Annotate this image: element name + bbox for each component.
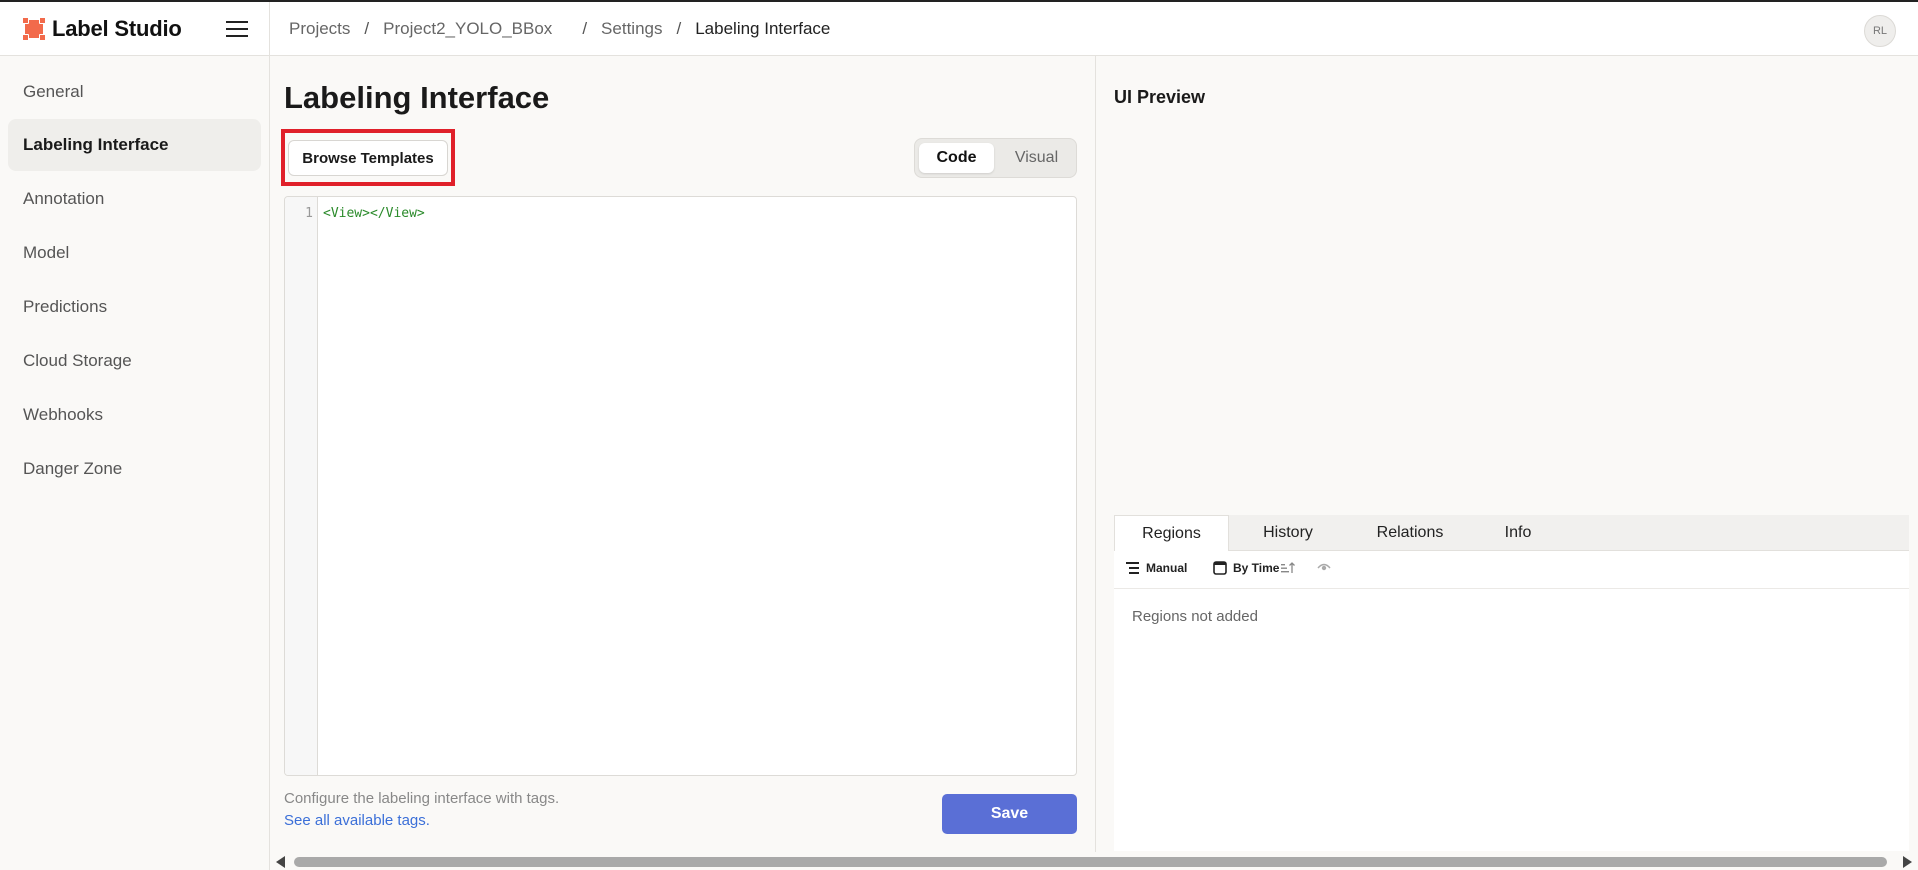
sidebar-item-cloud-storage[interactable]: Cloud Storage <box>8 335 261 387</box>
breadcrumb: Projects / Project2_YOLO_BBox / Settings… <box>289 19 830 39</box>
regions-toolbar: Manual By Time <box>1114 551 1909 589</box>
regions-empty-message: Regions not added <box>1132 608 1258 625</box>
preview-divider <box>1095 56 1096 856</box>
settings-sidebar: General Labeling Interface Annotation Mo… <box>0 56 270 870</box>
page-title: Labeling Interface <box>284 80 550 115</box>
preview-tabs: Regions History Relations Info <box>1114 515 1909 552</box>
sidebar-item-webhooks[interactable]: Webhooks <box>8 389 261 441</box>
scroll-left-arrow-icon[interactable] <box>276 856 285 868</box>
visual-mode-button[interactable]: Visual <box>999 143 1074 173</box>
sidebar-item-predictions[interactable]: Predictions <box>8 281 261 333</box>
calendar-icon <box>1213 561 1227 575</box>
scrollbar-thumb[interactable] <box>294 857 1887 867</box>
sidebar-item-annotation[interactable]: Annotation <box>8 173 261 225</box>
breadcrumb-current: Labeling Interface <box>695 19 831 38</box>
editor-mode-toggle: Code Visual <box>914 138 1077 178</box>
sidebar-item-danger-zone[interactable]: Danger Zone <box>8 443 261 495</box>
hamburger-menu-icon[interactable] <box>226 21 248 37</box>
sidebar-item-model[interactable]: Model <box>8 227 261 279</box>
breadcrumb-projects[interactable]: Projects <box>289 19 350 39</box>
sidebar-item-general[interactable]: General <box>8 66 261 118</box>
by-time-label: By Time <box>1233 561 1280 575</box>
tab-regions[interactable]: Regions <box>1114 515 1229 552</box>
top-header: Label Studio Projects / Project2_YOLO_BB… <box>0 2 1918 56</box>
regions-panel: Manual By Time Regions not added <box>1114 551 1909 851</box>
sort-ascending-icon <box>1281 562 1296 573</box>
header-divider <box>269 2 270 56</box>
breadcrumb-separator: / <box>364 19 370 38</box>
label-studio-logo-icon <box>22 17 46 41</box>
line-number: 1 <box>305 206 313 221</box>
ui-preview-title: UI Preview <box>1114 87 1206 107</box>
eye-icon <box>1317 563 1331 571</box>
tab-relations[interactable]: Relations <box>1348 515 1472 551</box>
config-help-text: Configure the labeling interface with ta… <box>284 790 560 807</box>
app-logo[interactable]: Label Studio <box>22 16 182 41</box>
tab-history[interactable]: History <box>1232 515 1344 551</box>
manual-label: Manual <box>1146 561 1188 575</box>
save-button[interactable]: Save <box>942 794 1077 834</box>
code-line[interactable]: <View></View> <box>323 206 425 221</box>
manual-order-button[interactable]: Manual <box>1126 561 1187 575</box>
available-tags-link[interactable]: See all available tags. <box>284 812 430 829</box>
visibility-toggle-button[interactable] <box>1317 562 1331 572</box>
code-mode-button[interactable]: Code <box>919 143 994 173</box>
browse-templates-button[interactable]: Browse Templates <box>288 140 448 176</box>
breadcrumb-settings[interactable]: Settings <box>601 19 662 39</box>
breadcrumb-separator: / <box>582 19 588 38</box>
list-order-icon <box>1126 562 1139 574</box>
code-editor[interactable]: 1 <View></View> <box>284 196 1077 776</box>
line-number-gutter: 1 <box>285 197 318 775</box>
sort-by-time-button[interactable]: By Time <box>1213 561 1296 575</box>
breadcrumb-project[interactable]: Project2_YOLO_BBox <box>383 19 552 39</box>
scroll-right-arrow-icon[interactable] <box>1903 856 1912 868</box>
user-avatar[interactable]: RL <box>1864 15 1896 47</box>
app-name: Label Studio <box>52 16 182 41</box>
tab-info[interactable]: Info <box>1476 515 1560 551</box>
breadcrumb-separator: / <box>676 19 682 38</box>
sidebar-item-labeling-interface[interactable]: Labeling Interface <box>8 119 261 171</box>
